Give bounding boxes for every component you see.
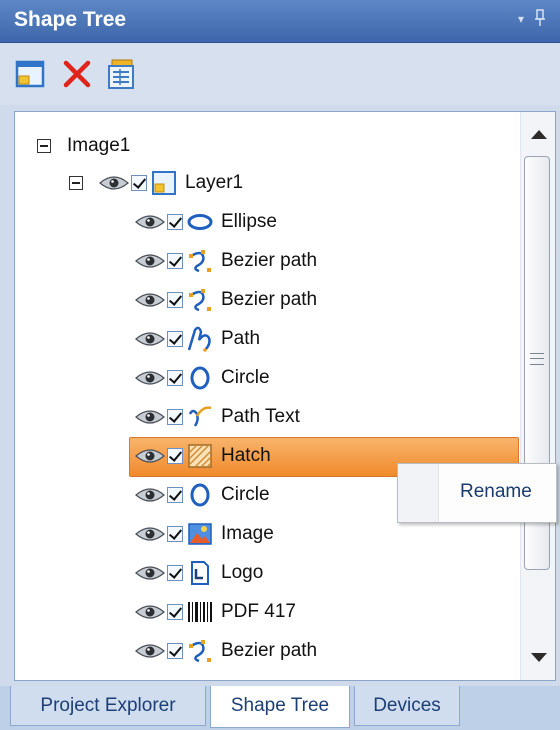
- grip-icon: [530, 353, 544, 365]
- barcode-icon: [188, 602, 212, 622]
- tree-item-label: Hatch: [221, 445, 271, 466]
- tree-item-path-text[interactable]: Path Text: [135, 398, 300, 436]
- item-checkbox[interactable]: [167, 526, 183, 542]
- item-checkbox[interactable]: [167, 565, 183, 581]
- tree-item-bezier-path[interactable]: Bezier path: [135, 632, 317, 670]
- tree-node-label: Image1: [67, 135, 131, 156]
- tree-item-label: Circle: [221, 367, 270, 388]
- shape-tree-panel: Shape Tree ▾ Image1 Layer1 Ellipse Bezie…: [0, 0, 560, 730]
- visibility-eye-icon[interactable]: [135, 213, 165, 231]
- delete-button[interactable]: [60, 57, 94, 91]
- tree-item-path[interactable]: Path: [135, 320, 260, 358]
- item-checkbox[interactable]: [167, 292, 183, 308]
- tree-item-label: Bezier path: [221, 289, 318, 310]
- circle-icon: [190, 366, 210, 390]
- shape-tree-toolbar: [0, 43, 560, 105]
- layer-icon: [152, 171, 176, 195]
- properties-button[interactable]: [104, 57, 138, 91]
- layer-checkbox[interactable]: [131, 175, 147, 191]
- item-checkbox[interactable]: [167, 370, 183, 386]
- tree-item-label: Path Text: [221, 406, 300, 427]
- tree-item-label: Circle: [221, 484, 270, 505]
- new-layer-button[interactable]: [14, 57, 48, 91]
- tree-item-label: Path: [221, 328, 261, 349]
- panel-dropdown-icon[interactable]: ▾: [518, 12, 524, 26]
- shape-tree-view[interactable]: Image1 Layer1 Ellipse Bezier path Bezier…: [14, 111, 556, 681]
- item-checkbox[interactable]: [167, 604, 183, 620]
- ellipse-icon: [187, 214, 213, 230]
- item-checkbox[interactable]: [167, 253, 183, 269]
- panel-title: Shape Tree: [14, 8, 127, 31]
- panel-title-bar[interactable]: Shape Tree ▾: [0, 0, 560, 43]
- context-menu-rename[interactable]: Rename: [460, 481, 532, 503]
- collapse-icon[interactable]: [69, 176, 83, 190]
- tree-node-label: Layer1: [185, 172, 244, 193]
- properties-icon: [108, 59, 134, 89]
- bezier-path-icon: [189, 640, 211, 663]
- visibility-eye-icon[interactable]: [135, 291, 165, 309]
- visibility-eye-icon[interactable]: [135, 408, 165, 426]
- context-menu-icon-gutter: [398, 464, 439, 522]
- visibility-eye-icon[interactable]: [135, 369, 165, 387]
- hatch-icon: [188, 444, 212, 468]
- item-checkbox[interactable]: [167, 331, 183, 347]
- scroll-up-icon[interactable]: [531, 130, 547, 139]
- item-checkbox[interactable]: [167, 487, 183, 503]
- scroll-down-icon[interactable]: [531, 653, 547, 662]
- bezier-path-icon: [189, 250, 211, 273]
- item-checkbox[interactable]: [167, 214, 183, 230]
- tab-devices[interactable]: Devices: [354, 686, 460, 726]
- path-text-icon: [188, 406, 212, 427]
- tree-item-label: Ellipse: [221, 211, 277, 232]
- vertical-scrollbar[interactable]: [520, 112, 555, 680]
- tree-item-label: Logo: [221, 562, 264, 583]
- visibility-eye-icon[interactable]: [135, 603, 165, 621]
- tree-item-logo[interactable]: Logo: [135, 554, 263, 592]
- delete-x-icon: [63, 60, 91, 88]
- tree-item-bezier-path[interactable]: Bezier path: [135, 281, 317, 319]
- tree-item-pdf417[interactable]: PDF 417: [135, 593, 296, 631]
- tree-item-circle[interactable]: Circle: [135, 476, 270, 514]
- tree-item-bezier-path[interactable]: Bezier path: [135, 242, 317, 280]
- tree-item-image[interactable]: Image: [135, 515, 274, 553]
- pin-icon[interactable]: [534, 9, 546, 32]
- tree-node-layer1[interactable]: Layer1: [69, 164, 243, 202]
- tree-node-image1[interactable]: Image1: [37, 127, 130, 165]
- context-menu: Rename: [397, 463, 557, 523]
- path-icon: [187, 326, 211, 352]
- visibility-eye-icon[interactable]: [135, 525, 165, 543]
- item-checkbox[interactable]: [167, 409, 183, 425]
- visibility-eye-icon[interactable]: [135, 486, 165, 504]
- visibility-eye-icon[interactable]: [135, 330, 165, 348]
- visibility-eye-icon[interactable]: [135, 564, 165, 582]
- visibility-eye-icon[interactable]: [135, 252, 165, 270]
- visibility-eye-icon[interactable]: [135, 447, 165, 465]
- tree-item-circle[interactable]: Circle: [135, 359, 270, 397]
- bezier-path-icon: [189, 289, 211, 312]
- visibility-eye-icon[interactable]: [135, 642, 165, 660]
- logo-icon: [191, 561, 209, 585]
- tree-item-label: Bezier path: [221, 640, 318, 661]
- tree-item-label: Bezier path: [221, 250, 318, 271]
- tree-item-ellipse[interactable]: Ellipse: [135, 203, 277, 241]
- item-checkbox[interactable]: [167, 448, 183, 464]
- tree-item-label: Image: [221, 523, 274, 544]
- visibility-eye-icon[interactable]: [99, 174, 129, 192]
- tree-item-hatch[interactable]: Hatch: [135, 437, 271, 475]
- tab-project-explorer[interactable]: Project Explorer: [10, 686, 206, 726]
- collapse-icon[interactable]: [37, 139, 51, 153]
- tree-item-label: PDF 417: [221, 601, 296, 622]
- image-icon: [188, 523, 212, 545]
- item-checkbox[interactable]: [167, 643, 183, 659]
- tab-shape-tree[interactable]: Shape Tree: [210, 686, 350, 728]
- bottom-tab-bar: Project Explorer Shape Tree Devices: [0, 686, 560, 730]
- circle-icon: [190, 483, 210, 507]
- new-layer-icon: [15, 60, 45, 88]
